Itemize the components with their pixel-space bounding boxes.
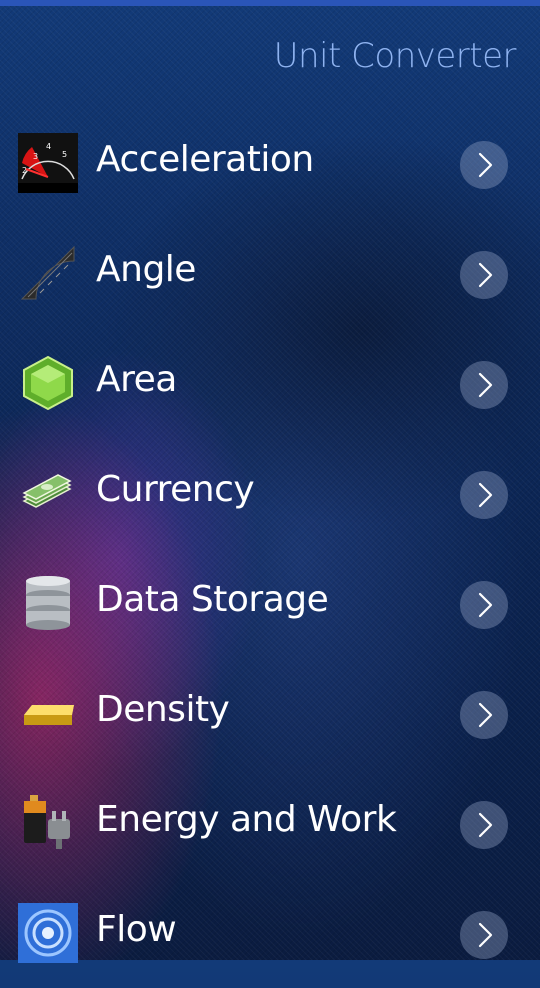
page-title: Unit Converter <box>273 36 517 76</box>
category-list: 3 4 5 2 Acceleration Angle Area Currency… <box>0 108 540 988</box>
svg-text:4: 4 <box>46 142 51 151</box>
chevron-right-icon[interactable] <box>460 581 508 629</box>
category-label: Angle <box>96 249 196 290</box>
database-icon <box>18 573 78 633</box>
svg-text:3: 3 <box>33 152 38 161</box>
category-item-flow[interactable]: Flow <box>0 878 540 988</box>
hexagon-icon <box>18 353 78 413</box>
category-item-acceleration[interactable]: 3 4 5 2 Acceleration <box>0 108 540 218</box>
category-item-energy-and-work[interactable]: Energy and Work <box>0 768 540 878</box>
category-label: Area <box>96 359 177 400</box>
category-label: Currency <box>96 469 255 510</box>
gold-bar-icon <box>18 683 78 743</box>
chevron-right-icon[interactable] <box>460 471 508 519</box>
chevron-right-icon[interactable] <box>460 361 508 409</box>
svg-text:5: 5 <box>62 150 67 159</box>
category-label: Energy and Work <box>96 799 397 840</box>
category-item-data-storage[interactable]: Data Storage <box>0 548 540 658</box>
chevron-right-icon[interactable] <box>460 911 508 959</box>
category-item-area[interactable]: Area <box>0 328 540 438</box>
chevron-right-icon[interactable] <box>460 691 508 739</box>
category-label: Data Storage <box>96 579 329 620</box>
protractor-icon <box>18 243 78 303</box>
banknotes-icon <box>18 463 78 523</box>
chevron-right-icon[interactable] <box>460 801 508 849</box>
svg-text:2: 2 <box>22 166 27 175</box>
top-accent-bar <box>0 0 540 6</box>
water-swirl-icon <box>18 903 78 963</box>
chevron-right-icon[interactable] <box>460 141 508 189</box>
tachometer-icon: 3 4 5 2 <box>18 133 78 193</box>
category-item-currency[interactable]: Currency <box>0 438 540 548</box>
category-item-density[interactable]: Density <box>0 658 540 768</box>
battery-plug-icon <box>18 793 78 853</box>
chevron-right-icon[interactable] <box>460 251 508 299</box>
category-label: Flow <box>96 909 177 950</box>
category-item-angle[interactable]: Angle <box>0 218 540 328</box>
category-label: Acceleration <box>96 139 314 180</box>
category-label: Density <box>96 689 230 730</box>
